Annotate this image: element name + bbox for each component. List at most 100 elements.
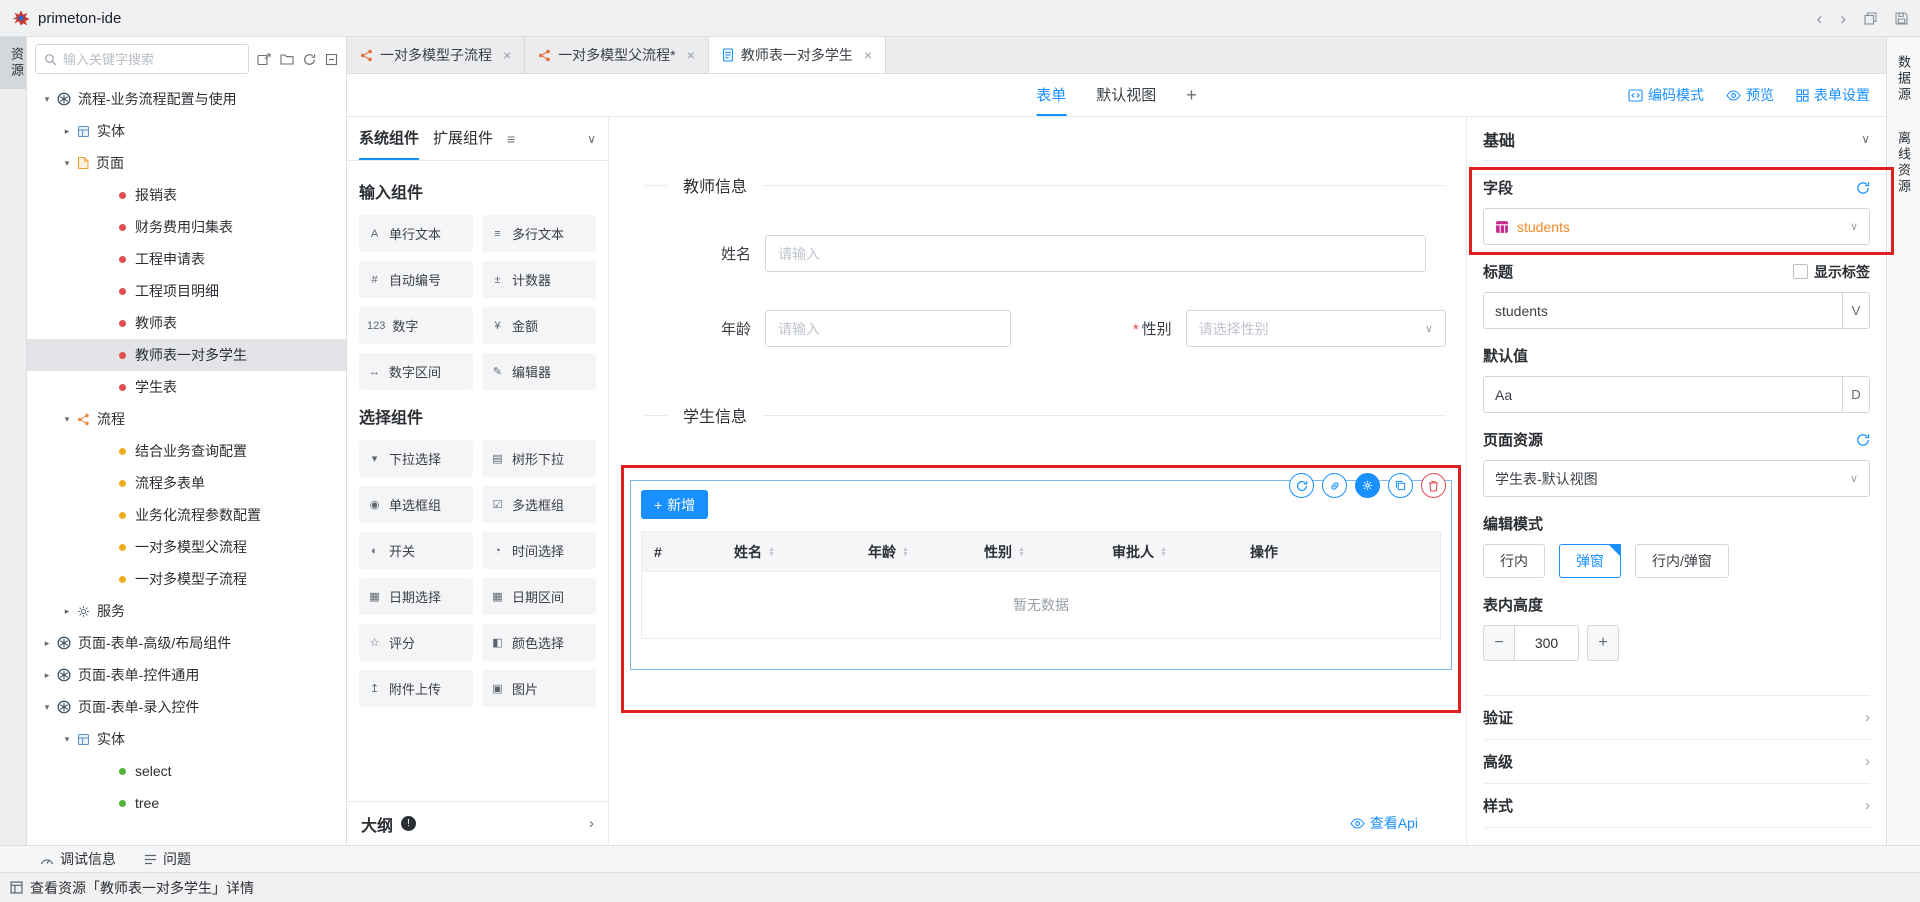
tree-item[interactable]: ▸服务 [27,595,346,627]
mode-inline-dialog-button[interactable]: 行内/弹窗 [1635,544,1729,578]
default-value-input[interactable] [1484,377,1842,412]
palette-item[interactable]: ☆评分 [359,624,473,661]
chevron-down-icon[interactable]: ∨ [1861,132,1870,146]
tree-item[interactable]: ▸页面-表单-控件通用 [27,659,346,691]
chevron-left-icon[interactable]: ‹ [1817,10,1823,27]
problems-tab[interactable]: 问题 [144,849,191,869]
tree-item[interactable]: 报销表 [27,179,346,211]
tab-form[interactable]: 表单 [1036,74,1066,116]
palette-item[interactable]: ▦日期区间 [482,578,596,615]
palette-item[interactable]: ▤树形下拉 [482,440,596,477]
palette-item[interactable]: ◉单选框组 [359,486,473,523]
group-style[interactable]: 样式 › [1483,784,1870,828]
tab-default-view[interactable]: 默认视图 [1096,74,1156,116]
sub-table-component[interactable]: +新增 # 姓名▲▼ 年龄▲▼ 性别▲▼ 审批人▲▼ 操作 [630,480,1452,670]
sort-icon[interactable]: ▲▼ [1018,547,1025,557]
palette-item[interactable]: ↔数字区间 [359,353,473,390]
tab-offline-resources[interactable]: 离线资源 [1894,121,1913,205]
palette-collapse-icon[interactable]: ∨ [587,132,596,146]
restore-layout-icon[interactable] [1864,12,1877,25]
palette-item[interactable]: ◐开关 [359,532,473,569]
expand-arrow-icon[interactable]: ▸ [59,126,75,137]
show-label-toggle[interactable]: 显示标签 [1793,262,1870,282]
group-advanced[interactable]: 高级 › [1483,740,1870,784]
palette-item[interactable]: 123数字 [359,307,473,344]
palette-item[interactable]: A单行文本 [359,215,473,252]
palette-item[interactable]: ±计数器 [482,261,596,298]
editor-tab-active[interactable]: 教师表一对多学生 × [709,37,886,73]
title-input[interactable] [1484,293,1842,328]
outline-bar[interactable]: 大纲 ! › [347,801,608,845]
code-mode-button[interactable]: 编码模式 [1628,85,1704,105]
tree-item[interactable]: ▾流程 [27,403,346,435]
close-icon[interactable]: × [503,47,511,63]
page-resource-select[interactable]: 学生表-默认视图 ∨ [1483,460,1870,497]
increase-button[interactable]: + [1587,625,1619,661]
palette-item[interactable]: ↥附件上传 [359,670,473,707]
tree-item[interactable]: 结合业务查询配置 [27,435,346,467]
refresh-field-icon[interactable] [1856,181,1870,195]
name-field[interactable] [765,235,1426,272]
tree-item[interactable]: 流程多表单 [27,467,346,499]
expand-arrow-icon[interactable]: ▸ [39,638,55,649]
palette-item[interactable]: ¥金额 [482,307,596,344]
sort-icon[interactable]: ▲▼ [902,547,909,557]
form-settings-button[interactable]: 表单设置 [1796,85,1870,105]
delete-icon[interactable] [1421,473,1446,498]
tree-item[interactable]: 一对多模型子流程 [27,563,346,595]
refresh-icon[interactable] [303,53,316,66]
sidebar-tab-resources[interactable]: 资源 [0,37,26,89]
form-canvas[interactable]: 教师信息 姓名 年龄 *性别 请选择性别∨ [609,117,1466,845]
debug-info-tab[interactable]: 调试信息 [40,849,116,869]
reveal-in-tree-icon[interactable] [257,53,271,66]
new-folder-icon[interactable] [280,53,294,65]
age-input[interactable] [778,321,998,337]
gear-icon[interactable] [1355,473,1380,498]
group-validation[interactable]: 验证 › [1483,696,1870,740]
link-icon[interactable] [1322,473,1347,498]
tree-item[interactable]: 学生表 [27,371,346,403]
palette-menu-icon[interactable]: ≡ [507,131,515,147]
field-select[interactable]: students ∨ [1483,208,1870,245]
dynamic-value-button[interactable]: D [1842,377,1869,412]
chevron-right-icon[interactable]: › [1840,10,1846,27]
close-icon[interactable]: × [864,47,872,63]
expand-arrow-icon[interactable]: ▾ [59,158,75,169]
tab-system-components[interactable]: 系统组件 [359,117,419,160]
tree-item[interactable]: ▸页面-表单-高级/布局组件 [27,627,346,659]
tree-item[interactable]: ▸实体 [27,115,346,147]
tree-item[interactable]: 财务费用归集表 [27,211,346,243]
expand-arrow-icon[interactable]: ▾ [59,734,75,745]
search-box[interactable] [35,44,249,74]
age-field[interactable] [765,310,1011,347]
chevron-right-icon[interactable]: › [589,815,594,832]
palette-item[interactable]: ☑多选框组 [482,486,596,523]
tree-item[interactable]: ▾页面-表单-录入控件 [27,691,346,723]
tree-item[interactable]: select [27,755,346,787]
name-input[interactable] [778,246,1413,262]
save-icon[interactable] [1895,12,1908,25]
expand-arrow-icon[interactable]: ▾ [39,94,55,105]
palette-item[interactable]: ✎编辑器 [482,353,596,390]
expand-arrow-icon[interactable]: ▸ [59,606,75,617]
refresh-resource-icon[interactable] [1856,433,1870,447]
preview-button[interactable]: 预览 [1726,85,1774,105]
expand-arrow-icon[interactable]: ▾ [39,702,55,713]
tree-item[interactable]: 工程项目明细 [27,275,346,307]
expand-arrow-icon[interactable]: ▸ [39,670,55,681]
tree-item[interactable]: ▾实体 [27,723,346,755]
gender-select[interactable]: 请选择性别∨ [1186,310,1446,347]
tree-item[interactable]: ▾页面 [27,147,346,179]
close-icon[interactable]: × [687,47,695,63]
palette-item[interactable]: ◔时间选择 [482,532,596,569]
tree-item[interactable]: 教师表 [27,307,346,339]
palette-item[interactable]: #自动编号 [359,261,473,298]
view-api-link[interactable]: 查看Api [1350,813,1418,833]
tree-item[interactable]: 业务化流程参数配置 [27,499,346,531]
tree-item[interactable]: tree [27,787,346,819]
editor-tab[interactable]: 一对多模型父流程* × [525,37,709,73]
add-view-button[interactable]: + [1186,85,1197,106]
decrease-button[interactable]: − [1483,625,1515,661]
sync-field-icon[interactable] [1289,473,1314,498]
mode-inline-button[interactable]: 行内 [1483,544,1545,578]
